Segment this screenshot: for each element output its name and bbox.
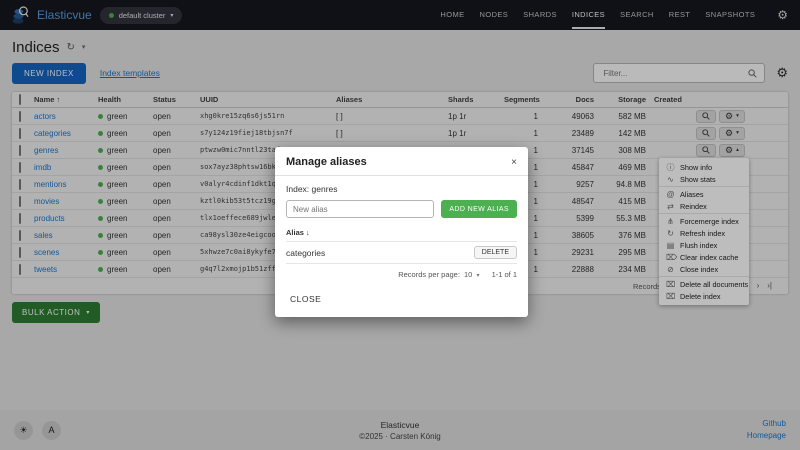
modal-range-label: 1-1 of 1: [492, 270, 517, 279]
sort-desc-icon: ↓: [306, 228, 310, 237]
modal-title: Manage aliases: [286, 156, 367, 168]
modal-header: Manage aliases ×: [275, 147, 528, 176]
alias-row: categories DELETE: [286, 242, 517, 264]
modal-records-label: Records per page:: [398, 270, 460, 279]
modal-pagination: Records per page: 10 ▾ 1-1 of 1: [286, 264, 517, 281]
add-new-alias-button[interactable]: ADD NEW ALIAS: [441, 200, 517, 218]
modal-body: Index: genres ADD NEW ALIAS Alias ↓ cate…: [275, 176, 528, 281]
delete-alias-button[interactable]: DELETE: [474, 246, 517, 259]
manage-aliases-modal: Manage aliases × Index: genres ADD NEW A…: [275, 147, 528, 317]
new-alias-input[interactable]: [286, 200, 434, 218]
elasticvue-app: Elasticvue default cluster ▾ HOMENODESSH…: [0, 0, 800, 450]
modal-index-label: Index: genres: [286, 184, 517, 194]
close-icon[interactable]: ×: [511, 157, 517, 168]
alias-list: categories DELETE: [286, 242, 517, 264]
alias-name: categories: [286, 248, 325, 258]
modal-close-button[interactable]: CLOSE: [286, 292, 325, 306]
chevron-down-icon[interactable]: ▾: [476, 273, 479, 279]
records-per-page-select[interactable]: 10: [464, 270, 472, 279]
new-alias-row: ADD NEW ALIAS: [286, 200, 517, 218]
alias-column-header[interactable]: Alias ↓: [286, 225, 517, 242]
modal-footer: CLOSE: [275, 281, 528, 317]
